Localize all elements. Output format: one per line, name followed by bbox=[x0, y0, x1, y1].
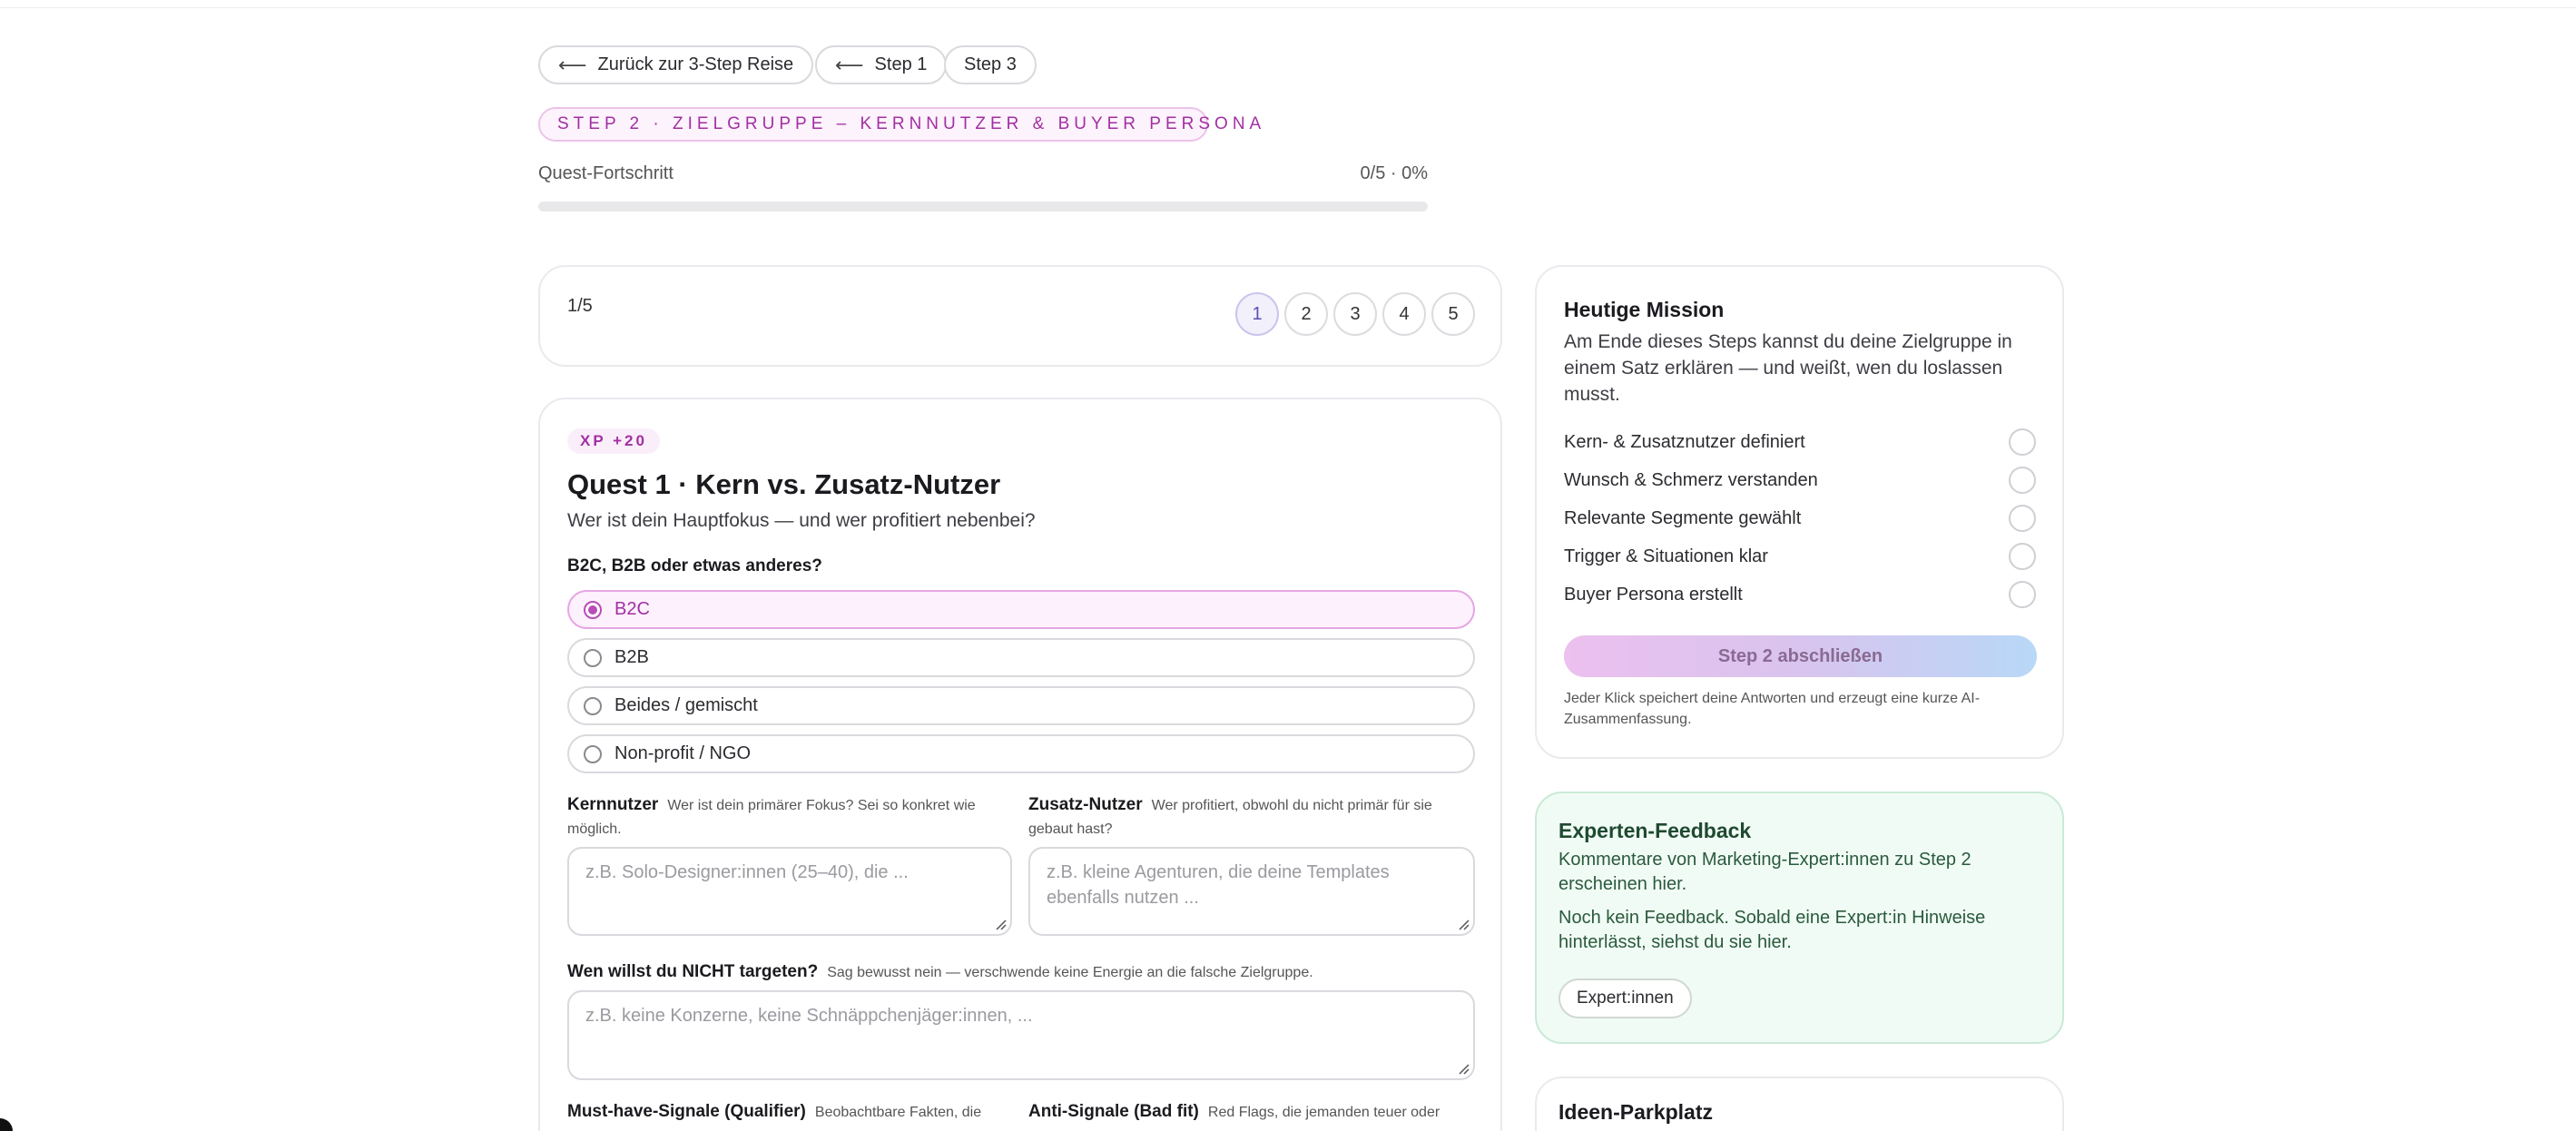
checklist-label: Relevante Segmente gewählt bbox=[1564, 507, 1802, 528]
not-target-label: Wen willst du NICHT targeten? Sag bewuss… bbox=[567, 960, 1475, 984]
arrow-left-icon: ⟵ bbox=[558, 53, 587, 76]
must-have-hint: Beobachtbare Fakten, die bbox=[814, 1105, 982, 1120]
radio-option-nonprofit[interactable]: Non-profit / NGO bbox=[567, 734, 1475, 773]
mission-card: Heutige Mission Am Ende dieses Steps kan… bbox=[1535, 265, 2064, 759]
page-button-3[interactable]: 3 bbox=[1333, 292, 1377, 336]
page-button-1[interactable]: 1 bbox=[1235, 292, 1279, 336]
quest-title: Quest 1 · Kern vs. Zusatz-Nutzer bbox=[567, 468, 1001, 500]
radio-option-label: B2B bbox=[615, 647, 649, 667]
radio-icon bbox=[584, 744, 602, 763]
step-tag: STEP 2 · ZIELGRUPPE – KERNNUTZER & BUYER… bbox=[538, 107, 1261, 142]
xp-badge: XP +20 bbox=[567, 428, 660, 454]
radio-icon bbox=[584, 600, 602, 619]
expert-feedback-text: Kommentare von Marketing-Expert:innen zu… bbox=[1558, 850, 1971, 894]
expert-feedback-title: Experten-Feedback bbox=[1558, 819, 1752, 842]
ideas-parking-title: Ideen-Parkplatz bbox=[1558, 1100, 1713, 1124]
radio-option-mixed[interactable]: Beides / gemischt bbox=[567, 686, 1475, 725]
expert-feedback-empty: Noch kein Feedback. Sobald eine Expert:i… bbox=[1558, 908, 1986, 952]
core-user-input[interactable]: z.B. Solo-Designer:innen (25–40), die ..… bbox=[567, 847, 1012, 936]
extra-user-placeholder: z.B. kleine Agenturen, die deine Templat… bbox=[1047, 862, 1390, 908]
mission-note: Jeder Klick speichert deine Antworten un… bbox=[1564, 691, 1981, 727]
resize-handle-icon[interactable] bbox=[1457, 1062, 1470, 1075]
step1-label: Step 1 bbox=[874, 54, 928, 74]
core-user-title: Kernnutzer bbox=[567, 795, 659, 814]
mission-title: Heutige Mission bbox=[1564, 298, 1725, 321]
not-target-title: Wen willst du NICHT targeten? bbox=[567, 962, 819, 981]
core-user-label: Kernnutzer Wer ist dein primärer Fokus? … bbox=[567, 793, 1012, 841]
anti-signal-label: Anti-Signale (Bad fit) Red Flags, die je… bbox=[1028, 1100, 1473, 1124]
expert-feedback-card: Experten-Feedback Kommentare von Marketi… bbox=[1535, 792, 2064, 1044]
radio-option-label: Non-profit / NGO bbox=[615, 743, 752, 763]
checkbox-circle-icon[interactable] bbox=[2009, 428, 2036, 456]
resize-handle-icon[interactable] bbox=[1457, 918, 1470, 930]
not-target-input[interactable]: z.B. keine Konzerne, keine Schnäppchenjä… bbox=[567, 990, 1475, 1080]
resize-handle-icon[interactable] bbox=[994, 918, 1007, 930]
checkbox-circle-icon[interactable] bbox=[2009, 543, 2036, 570]
anti-signal-title: Anti-Signale (Bad fit) bbox=[1028, 1102, 1199, 1121]
quest-count: 1/5 bbox=[567, 296, 593, 316]
radio-option-label: B2C bbox=[615, 599, 650, 619]
checkbox-circle-icon[interactable] bbox=[2009, 505, 2036, 532]
page-button-2[interactable]: 2 bbox=[1284, 292, 1328, 336]
question-label: B2C, B2B oder etwas anderes? bbox=[567, 556, 822, 575]
page-button-4[interactable]: 4 bbox=[1382, 292, 1426, 336]
checklist-item: Trigger & Situationen klar bbox=[1564, 543, 2036, 570]
checklist-item: Buyer Persona erstellt bbox=[1564, 581, 2036, 608]
page-button-5[interactable]: 5 bbox=[1431, 292, 1475, 336]
progress-value: 0/5 · 0% bbox=[1360, 163, 1428, 183]
checklist-label: Buyer Persona erstellt bbox=[1564, 584, 1743, 605]
complete-step-button[interactable]: Step 2 abschließen bbox=[1564, 635, 2037, 677]
checklist-label: Kern- & Zusatznutzer definiert bbox=[1564, 431, 1805, 452]
extra-user-label: Zusatz-Nutzer Wer profitiert, obwohl du … bbox=[1028, 793, 1473, 841]
window-corner bbox=[0, 1118, 13, 1131]
anti-signal-hint: Red Flags, die jemanden teuer oder bbox=[1207, 1105, 1440, 1120]
back-to-journey-label: Zurück zur 3-Step Reise bbox=[597, 54, 794, 74]
checklist-label: Trigger & Situationen klar bbox=[1564, 546, 1768, 566]
radio-option-label: Beides / gemischt bbox=[615, 695, 758, 715]
step3-button[interactable]: Step 3 bbox=[944, 45, 1037, 84]
radio-icon bbox=[584, 648, 602, 667]
must-have-title: Must-have-Signale (Qualifier) bbox=[567, 1102, 806, 1121]
quest-pager: 1/5 1 2 3 4 5 bbox=[538, 265, 1502, 367]
checkbox-circle-icon[interactable] bbox=[2009, 581, 2036, 608]
top-border bbox=[0, 0, 2576, 8]
extra-user-title: Zusatz-Nutzer bbox=[1028, 795, 1143, 814]
quest-card: XP +20 Quest 1 · Kern vs. Zusatz-Nutzer … bbox=[538, 398, 1502, 1131]
checklist-item: Relevante Segmente gewählt bbox=[1564, 505, 2036, 532]
back-to-journey-button[interactable]: ⟵ Zurück zur 3-Step Reise bbox=[538, 45, 814, 84]
ideas-parking-card: Ideen-Parkplatz bbox=[1535, 1077, 2064, 1131]
mission-text: Am Ende dieses Steps kannst du deine Zie… bbox=[1564, 331, 2012, 405]
progress-label: Quest-Fortschritt bbox=[538, 163, 673, 183]
checklist-item: Wunsch & Schmerz verstanden bbox=[1564, 467, 2036, 494]
radio-option-b2c[interactable]: B2C bbox=[567, 590, 1475, 629]
radio-option-b2b[interactable]: B2B bbox=[567, 638, 1475, 677]
not-target-hint: Sag bewusst nein — verschwende keine Ene… bbox=[827, 965, 1313, 980]
not-target-placeholder: z.B. keine Konzerne, keine Schnäppchenjä… bbox=[585, 1006, 1033, 1026]
must-have-label: Must-have-Signale (Qualifier) Beobachtba… bbox=[567, 1100, 1012, 1124]
extra-user-input[interactable]: z.B. kleine Agenturen, die deine Templat… bbox=[1028, 847, 1475, 936]
checkbox-circle-icon[interactable] bbox=[2009, 467, 2036, 494]
core-user-placeholder: z.B. Solo-Designer:innen (25–40), die ..… bbox=[585, 862, 909, 882]
checklist-label: Wunsch & Schmerz verstanden bbox=[1564, 469, 1818, 490]
quest-subtitle: Wer ist dein Hauptfokus — und wer profit… bbox=[567, 510, 1036, 531]
arrow-left-icon: ⟵ bbox=[835, 53, 864, 76]
step1-button[interactable]: ⟵ Step 1 bbox=[815, 45, 948, 84]
pager-numbers: 1 2 3 4 5 bbox=[1235, 292, 1475, 336]
radio-icon bbox=[584, 696, 602, 715]
progress-bar bbox=[538, 202, 1428, 211]
checklist-item: Kern- & Zusatznutzer definiert bbox=[1564, 428, 2036, 456]
step3-label: Step 3 bbox=[964, 54, 1017, 74]
experts-button[interactable]: Expert:innen bbox=[1558, 979, 1692, 1018]
